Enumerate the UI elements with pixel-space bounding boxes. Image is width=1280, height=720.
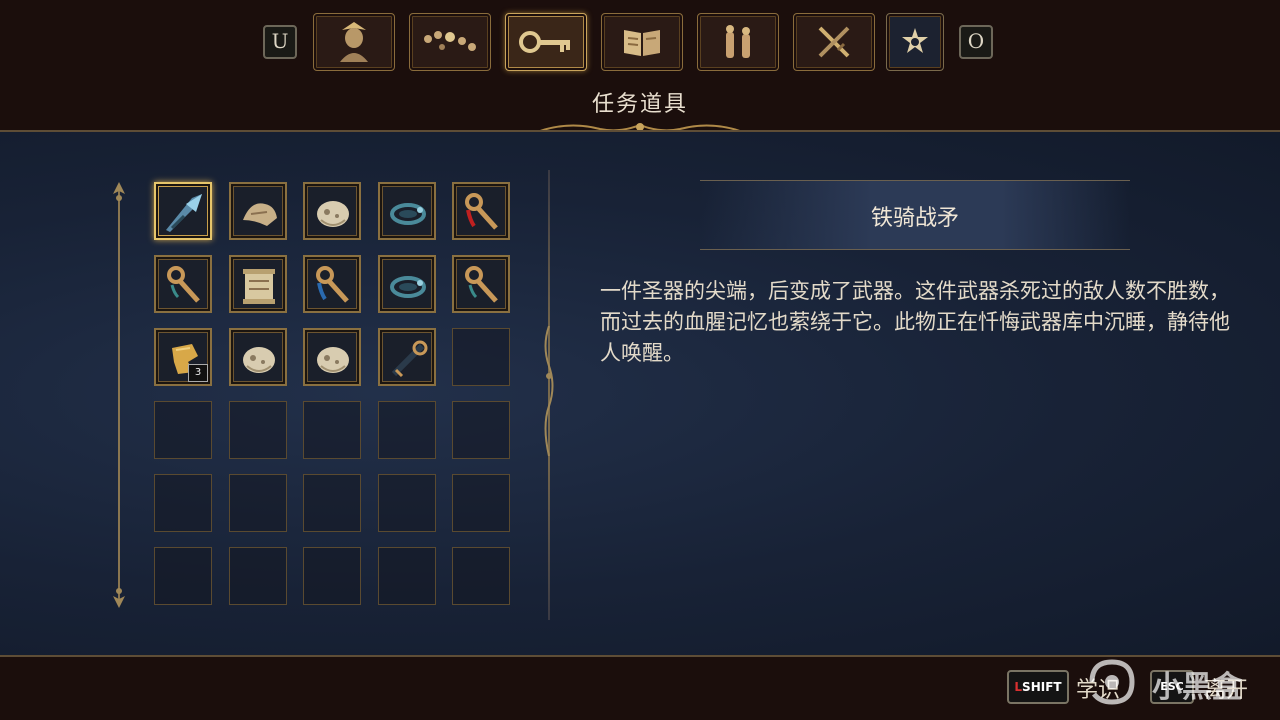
inventory-slot[interactable]: [154, 255, 212, 313]
crossed-swords-icon: [818, 26, 850, 58]
empty-slot[interactable]: [303, 474, 361, 532]
tab-quest-items[interactable]: [505, 13, 587, 71]
tab-figures[interactable]: [697, 13, 779, 71]
inventory-slot[interactable]: [303, 328, 361, 386]
blue-rosary-icon: [389, 203, 426, 225]
empty-slot[interactable]: [377, 547, 436, 605]
empty-slot[interactable]: [228, 474, 287, 532]
inventory-slot[interactable]: [228, 182, 287, 240]
inventory-slot[interactable]: [303, 255, 361, 313]
skull-shard-icon: [317, 201, 349, 227]
empty-slot[interactable]: [154, 401, 212, 459]
key-icon: [519, 31, 570, 53]
book-icon: [624, 30, 660, 56]
empty-slot[interactable]: [377, 474, 436, 532]
inventory-slot[interactable]: 3: [154, 328, 212, 386]
skull-shard-icon: [242, 347, 275, 373]
empty-slot[interactable]: [452, 474, 510, 532]
shift-key-marker: L: [1014, 680, 1023, 694]
inventory-slot[interactable]: [452, 182, 510, 240]
inventory-slot[interactable]: [452, 255, 510, 313]
rosary-beads-icon: [424, 31, 476, 51]
prev-category-key[interactable]: U: [263, 25, 297, 59]
scrollbar[interactable]: [118, 184, 120, 604]
ornate-key-icon: [465, 266, 498, 303]
cloth-scrap-icon: [242, 203, 277, 226]
watermark-logo-icon: [1089, 659, 1135, 705]
inventory-slot[interactable]: [154, 182, 212, 240]
tab-book[interactable]: [601, 13, 683, 71]
portrait-icon: [340, 22, 368, 62]
scroll-down-ornament-icon: [113, 588, 125, 608]
item-count-badge: 3: [188, 364, 208, 382]
blue-rosary-icon: [389, 276, 426, 298]
spear-tip-icon: [166, 194, 202, 232]
empty-slot[interactable]: [154, 474, 212, 532]
item-description: 一件圣器的尖端，后变成了武器。这件武器杀死过的敌人数不胜数，而过去的血腥记忆也萦…: [600, 279, 1230, 365]
empty-slot[interactable]: [452, 547, 510, 605]
empty-slot[interactable]: [452, 401, 510, 459]
empty-slot[interactable]: [377, 401, 436, 459]
shift-key-label: SHIFT: [1022, 680, 1062, 694]
tab-portrait[interactable]: [313, 13, 395, 71]
star-gear-icon: [902, 28, 928, 53]
ornate-key-icon: [167, 266, 200, 303]
next-category-key[interactable]: O: [959, 25, 993, 59]
empty-slot[interactable]: [228, 401, 287, 459]
skull-shard-icon: [317, 347, 349, 373]
inventory-slot[interactable]: [377, 182, 436, 240]
scroll-icon: [242, 269, 275, 304]
red-key-icon: [465, 193, 498, 230]
watermark-text: 小黑盒: [1152, 670, 1242, 705]
empty-slot[interactable]: [303, 547, 361, 605]
tab-abilities[interactable]: [886, 13, 944, 71]
scroll-up-ornament-icon: [113, 182, 125, 201]
category-title: 任务道具: [591, 92, 688, 117]
empty-slot[interactable]: [303, 401, 361, 459]
inventory-slot[interactable]: [228, 328, 287, 386]
inventory-slot[interactable]: [228, 255, 287, 313]
shift-key-hint[interactable]: LSHIFT: [1007, 670, 1069, 704]
tab-weapons[interactable]: [793, 13, 875, 71]
empty-slot[interactable]: [154, 547, 212, 605]
empty-slot[interactable]: [228, 547, 287, 605]
divider-ornament-icon: [544, 326, 554, 456]
blue-key-icon: [316, 266, 349, 303]
inventory-slot[interactable]: [303, 182, 361, 240]
item-name: 铁骑战矛: [870, 206, 959, 231]
figures-icon: [726, 25, 750, 58]
inventory-slot[interactable]: [377, 328, 436, 386]
inventory-slot[interactable]: [377, 255, 436, 313]
empty-slot[interactable]: [452, 328, 510, 386]
dark-key-icon: [391, 340, 427, 378]
tab-rosary[interactable]: [409, 13, 491, 71]
